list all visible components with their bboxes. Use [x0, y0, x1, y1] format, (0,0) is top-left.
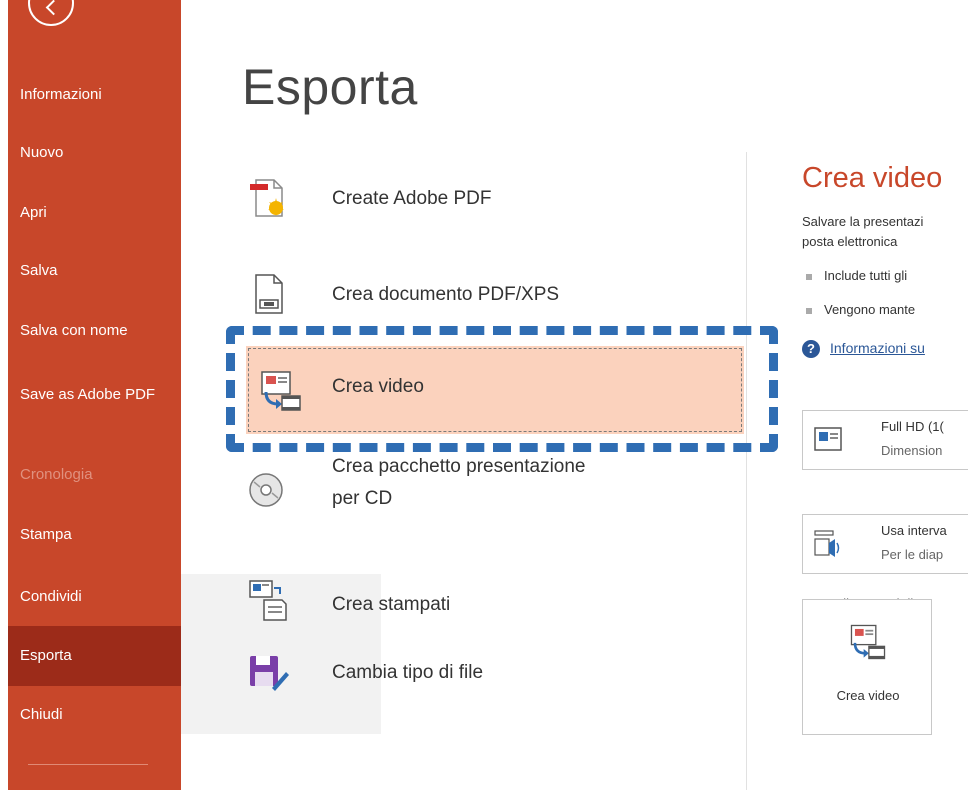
bullet-icon	[806, 307, 812, 314]
option-label: Crea documento PDF/XPS	[332, 284, 560, 305]
nav-item-salva-con-nome[interactable]: Salva con nome	[8, 316, 181, 346]
cd-icon	[249, 473, 283, 507]
panel-description-line1: Salvare la presentazi	[802, 214, 924, 229]
timing-dropdown-sublabel: Per le diap	[881, 547, 944, 562]
timing-dropdown[interactable]: Usa interva Per le diap	[802, 514, 968, 574]
pdf-xps-document-icon	[255, 274, 283, 314]
presentation-quality-icon	[814, 427, 842, 451]
nav-item-salva[interactable]: Salva	[8, 256, 181, 286]
nav-item-informazioni[interactable]: Informazioni	[8, 80, 181, 110]
timing-dropdown-label: Usa interva	[881, 523, 947, 538]
adobe-pdf-icon	[250, 179, 284, 217]
nav-item-save-as-adobe-pdf[interactable]: Save as Adobe PDF	[8, 384, 158, 428]
bullet-icon	[806, 273, 812, 280]
page-title: Esporta	[242, 59, 418, 115]
column-divider	[746, 152, 747, 790]
bullet-text: Include tutti gli	[824, 268, 908, 283]
nav-divider	[28, 764, 148, 765]
option-create-adobe-pdf[interactable]: Create Adobe PDF	[246, 172, 736, 228]
timing-narration-icon	[814, 530, 840, 557]
option-change-file-type[interactable]: Cambia tipo di file	[246, 646, 736, 702]
video-icon	[850, 624, 886, 660]
back-arrow-icon[interactable]	[28, 0, 74, 26]
option-label-line2: per CD	[332, 488, 393, 509]
backstage-sidebar: Informazioni Nuovo Apri Salva Salva con …	[8, 0, 181, 790]
option-label: Crea pacchetto presentazione	[332, 456, 586, 477]
nav-item-cronologia: Cronologia	[20, 466, 93, 483]
nav-item-stampa[interactable]: Stampa	[8, 520, 181, 550]
option-create-handouts[interactable]: Crea stampati	[246, 578, 736, 634]
help-link[interactable]: ? Informazioni su	[802, 340, 968, 358]
option-label: Cambia tipo di file	[332, 662, 484, 683]
nav-item-apri[interactable]: Apri	[8, 198, 181, 228]
option-create-pdf-xps[interactable]: Crea documento PDF/XPS	[246, 268, 736, 324]
help-icon: ?	[802, 340, 820, 358]
help-link-text[interactable]: Informazioni su	[830, 340, 925, 356]
panel-title: Crea video	[802, 162, 943, 194]
option-create-video[interactable]: Crea video	[246, 346, 744, 434]
nav-item-nuovo[interactable]: Nuovo	[8, 138, 181, 168]
option-package-for-cd[interactable]: Crea pacchetto presentazione per CD	[246, 452, 736, 522]
bullet-text: Vengono mante	[824, 302, 916, 317]
panel-description: Salvare la presentazi posta elettronica	[802, 212, 968, 252]
option-label: Crea stampati	[332, 594, 451, 615]
quality-dropdown-sublabel: Dimension	[881, 443, 943, 458]
panel-bullet: Include tutti gli	[806, 268, 966, 283]
nav-item-chiudi[interactable]: Chiudi	[8, 700, 181, 730]
panel-bullet: Vengono mante	[806, 302, 966, 317]
video-icon	[261, 371, 301, 411]
create-video-button[interactable]: Crea video	[802, 599, 932, 735]
panel-description-line2: posta elettronica	[802, 234, 898, 249]
quality-dropdown[interactable]: Full HD (1( Dimension	[802, 410, 968, 470]
option-label: Create Adobe PDF	[332, 188, 492, 209]
option-label: Crea video	[332, 376, 424, 397]
nav-item-condividi[interactable]: Condividi	[8, 582, 181, 612]
save-file-type-icon	[250, 656, 289, 691]
quality-dropdown-label: Full HD (1(	[881, 419, 944, 434]
nav-item-esporta[interactable]: Esporta	[8, 626, 181, 686]
create-video-button-label: Crea video	[836, 688, 900, 703]
handouts-icon	[249, 580, 287, 621]
